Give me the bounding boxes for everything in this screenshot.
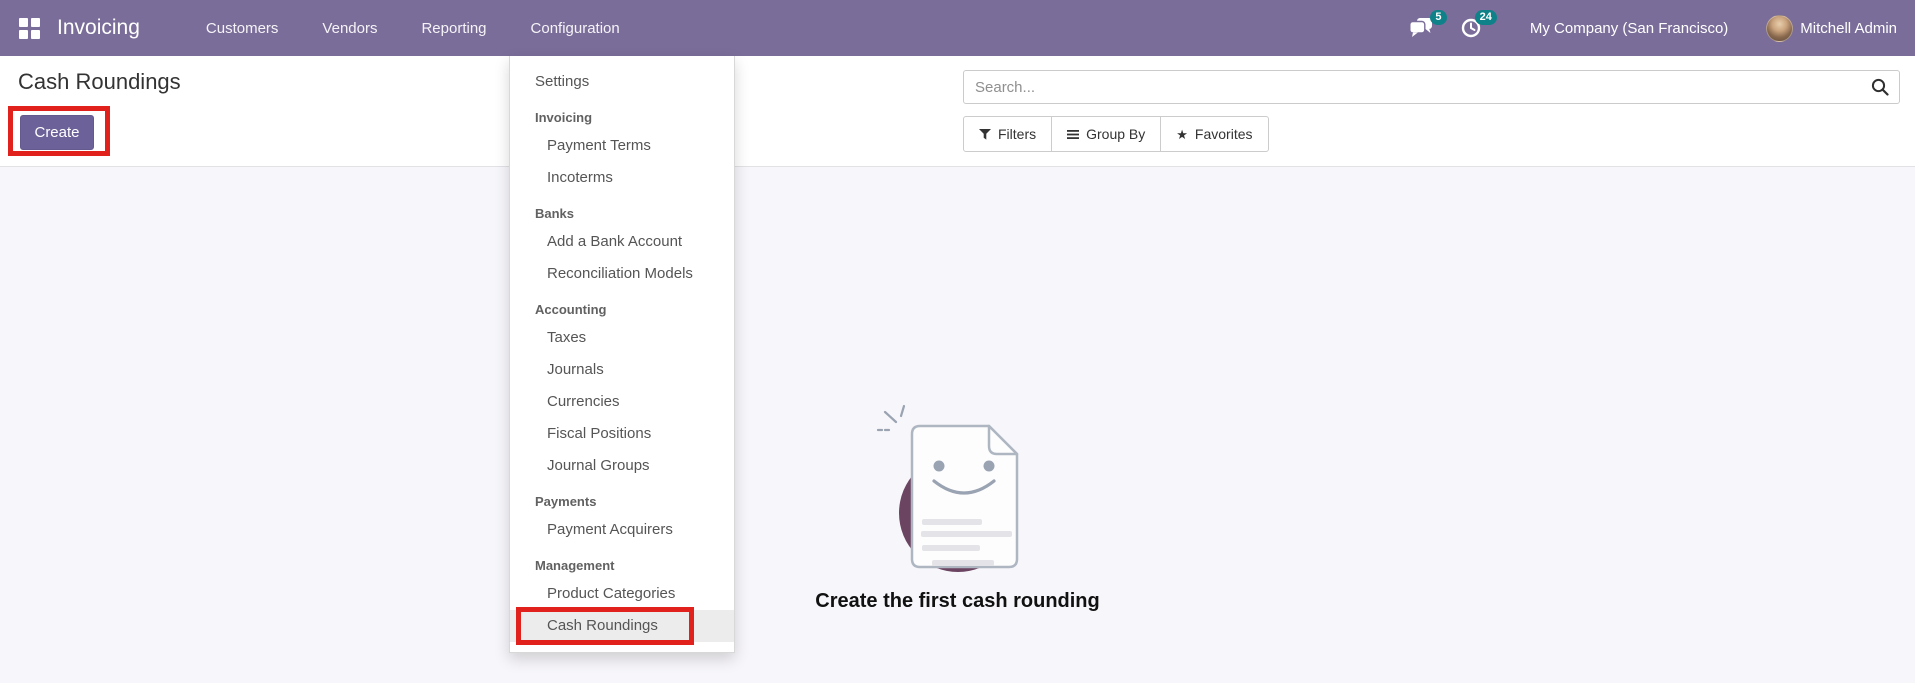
messages-badge: 5: [1429, 10, 1447, 25]
star-icon: ★: [1176, 126, 1188, 142]
systray: 5 24 My Company (San Francisco) Mitchell…: [1408, 10, 1903, 42]
menu-section-accounting: Accounting: [535, 302, 607, 317]
menu-item-journals[interactable]: Journals: [510, 354, 734, 386]
search-area: [963, 70, 1900, 104]
filter-funnel-icon: [979, 128, 991, 140]
create-button[interactable]: Create: [20, 115, 94, 150]
menu-item-add-bank-account[interactable]: Add a Bank Account: [510, 226, 734, 258]
top-navbar: Invoicing Customers Vendors Reporting Co…: [0, 0, 1915, 56]
menu-item-settings[interactable]: Settings: [510, 66, 734, 98]
create-button-area: Create: [8, 106, 110, 156]
empty-state-illustration: [876, 404, 1018, 572]
app-brand[interactable]: Invoicing: [57, 16, 140, 40]
apps-grid-icon[interactable]: [19, 17, 40, 39]
content-area: Create the first cash rounding: [0, 167, 1915, 683]
menu-section-invoicing: Invoicing: [535, 110, 593, 125]
nav-vendors[interactable]: Vendors: [300, 0, 399, 56]
navbar-menu: Customers Vendors Reporting Configuratio…: [184, 0, 642, 56]
menu-item-fiscal-positions[interactable]: Fiscal Positions: [510, 418, 734, 450]
empty-state-caption: Create the first cash rounding: [815, 590, 1100, 612]
user-avatar[interactable]: [1766, 14, 1794, 42]
menu-item-cash-roundings[interactable]: Cash Roundings: [510, 607, 734, 645]
menu-item-journal-groups[interactable]: Journal Groups: [510, 450, 734, 482]
menu-item-reconciliation-models[interactable]: Reconciliation Models: [510, 258, 734, 290]
search-input[interactable]: [963, 70, 1900, 104]
nav-configuration[interactable]: Configuration: [509, 0, 642, 56]
group-by-bars-icon: [1067, 129, 1080, 139]
menu-item-product-categories[interactable]: Product Categories: [510, 578, 734, 610]
configuration-dropdown: Settings Invoicing Payment Terms Incoter…: [509, 56, 735, 653]
group-by-button[interactable]: Group By: [1051, 116, 1162, 152]
menu-section-payments: Payments: [535, 494, 597, 509]
menu-item-incoterms[interactable]: Incoterms: [510, 162, 734, 194]
control-panel: Cash Roundings Create Filters Group By: [0, 56, 1915, 167]
filters-label: Filters: [998, 126, 1037, 142]
menu-item-payment-terms[interactable]: Payment Terms: [510, 130, 734, 162]
user-menu[interactable]: Mitchell Admin: [1800, 20, 1897, 37]
menu-item-currencies[interactable]: Currencies: [510, 386, 734, 418]
activities-icon[interactable]: 24: [1458, 10, 1497, 40]
menu-item-payment-acquirers[interactable]: Payment Acquirers: [510, 514, 734, 546]
nav-reporting[interactable]: Reporting: [399, 0, 508, 56]
nav-customers[interactable]: Customers: [184, 0, 301, 56]
menu-section-management: Management: [535, 558, 615, 573]
menu-section-banks: Banks: [535, 206, 575, 221]
company-switcher[interactable]: My Company (San Francisco): [1530, 20, 1728, 37]
filters-button[interactable]: Filters: [963, 116, 1053, 152]
menu-item-taxes[interactable]: Taxes: [510, 322, 734, 354]
search-filter-buttons: Filters Group By ★ Favorites: [963, 116, 1269, 152]
favorites-label: Favorites: [1194, 126, 1253, 142]
messages-icon[interactable]: 5: [1408, 10, 1447, 40]
search-icon[interactable]: [1871, 78, 1889, 96]
chat-bubbles-icon: [1408, 18, 1432, 37]
page-title: Cash Roundings: [18, 69, 181, 94]
activities-badge: 24: [1474, 10, 1497, 25]
favorites-button[interactable]: ★ Favorites: [1160, 116, 1269, 152]
menu-item-cash-roundings-label: Cash Roundings: [547, 617, 658, 634]
group-by-label: Group By: [1086, 126, 1146, 142]
